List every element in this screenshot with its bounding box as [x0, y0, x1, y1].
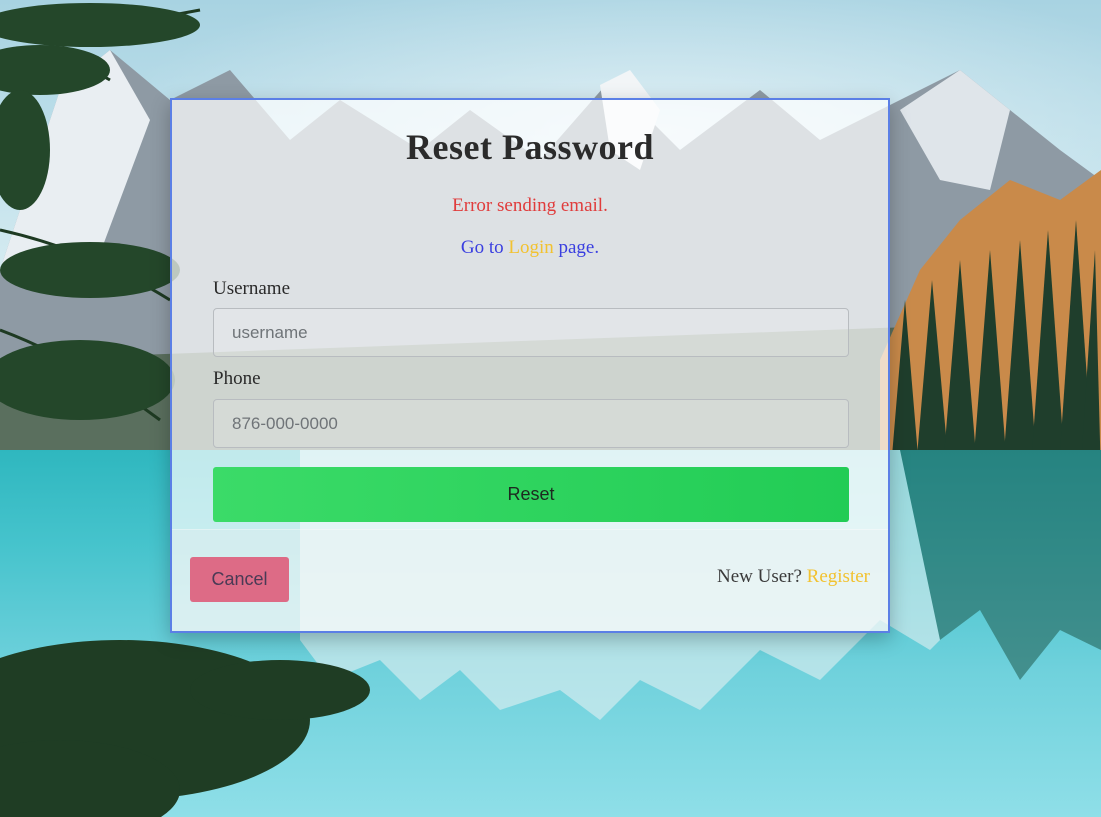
goto-login-text: Go to Login page. [172, 237, 888, 259]
reset-button[interactable]: Reset [213, 467, 849, 522]
new-user-text: New User? Register [717, 566, 870, 588]
username-input[interactable] [213, 308, 849, 357]
page-title: Reset Password [406, 127, 654, 167]
error-message: Error sending email. [452, 195, 608, 216]
goto-prefix: Go to [460, 237, 504, 258]
login-link[interactable]: Login [508, 237, 553, 258]
goto-suffix: page. [558, 237, 600, 258]
phone-input[interactable] [213, 399, 849, 448]
reset-password-card: Reset Password Error sending email. Go t… [170, 98, 890, 633]
card-body: Reset Password Error sending email. Go t… [172, 100, 888, 532]
new-user-label: New User? [716, 566, 802, 587]
register-link[interactable]: Register [807, 566, 870, 587]
username-label: Username [213, 278, 291, 299]
phone-label: Phone [213, 368, 261, 389]
cancel-button[interactable]: Cancel [190, 557, 289, 602]
card-footer: Cancel New User? Register [172, 529, 888, 631]
